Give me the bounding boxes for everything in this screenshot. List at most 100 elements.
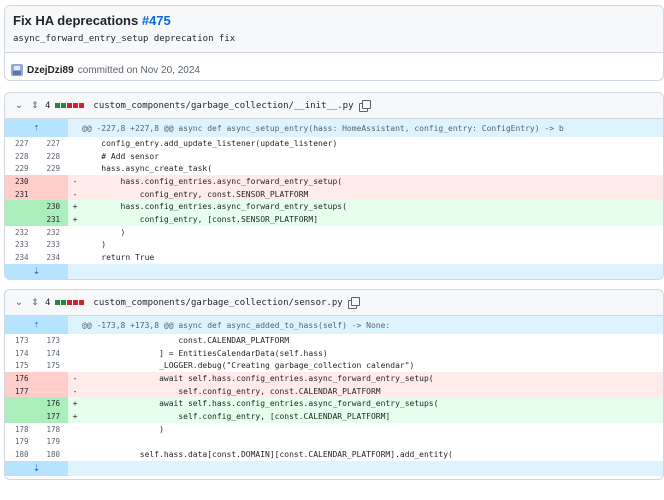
- diff-line-added: 177 + self.config_entry, [const.CALENDAR_…: [5, 410, 663, 423]
- new-line-number[interactable]: 177: [36, 410, 68, 423]
- file-header: ⌄ ⇕ 4 custom_components/garbage_collecti…: [5, 93, 663, 119]
- expand-down-icon[interactable]: ⇣: [5, 460, 68, 476]
- expand-up-icon[interactable]: ⇡: [5, 119, 68, 137]
- diff-line-context: 233 233 ): [5, 239, 663, 252]
- expand-bottom: ⇣: [5, 460, 663, 476]
- new-line-number[interactable]: 230: [36, 200, 68, 214]
- old-line-number[interactable]: 173: [5, 334, 37, 347]
- code-text: # Add sensor: [82, 151, 160, 161]
- diff-stat-count: 4: [45, 297, 51, 308]
- diff-line-deleted: 177 - self.config_entry, const.CALENDAR_P…: [5, 384, 663, 398]
- old-line-number[interactable]: 232: [5, 226, 37, 239]
- old-line-number[interactable]: 230: [5, 175, 37, 188]
- diff-line-context: 234 234 return True: [5, 251, 663, 264]
- diff-stat-count: 4: [45, 100, 51, 111]
- code-text: return True: [82, 253, 155, 263]
- unfold-icon[interactable]: ⇕: [30, 297, 40, 309]
- file-header: ⌄ ⇕ 4 custom_components/garbage_collecti…: [5, 290, 663, 316]
- diff-sign: +: [72, 214, 78, 224]
- diff-line-added: 231 + config_entry, [const.SENSOR_PLATFOR…: [5, 213, 663, 226]
- diff-sign: +: [72, 202, 78, 212]
- old-line-number[interactable]: 231: [5, 187, 37, 201]
- diff-line-context: 227 227 config_entry.add_update_listener(…: [5, 137, 663, 150]
- avatar[interactable]: [11, 64, 23, 76]
- old-line-number[interactable]: 176: [5, 372, 37, 385]
- old-line-number[interactable]: 229: [5, 162, 37, 175]
- code-text: await self.hass.config_entries.async_for…: [82, 399, 439, 409]
- unfold-icon[interactable]: ⇕: [30, 100, 40, 112]
- commit-title-area: Fix HA deprecations #475 async_forward_e…: [5, 6, 663, 53]
- diff-line-added: 176 + await self.hass.config_entries.asyn…: [5, 397, 663, 411]
- old-line-number[interactable]: 228: [5, 150, 37, 163]
- diff-line-context: 175 175 _LOGGER.debug("Creating garbage_c…: [5, 359, 663, 372]
- diff-line-added: 230 + hass.config_entries.async_forward_e…: [5, 200, 663, 214]
- diff-line-deleted: 231 - config_entry, const.SENSOR_PLATFORM: [5, 187, 663, 201]
- new-line-number[interactable]: 228: [37, 150, 69, 163]
- code-text: self.config_entry, const.CALENDAR_PLATFO…: [82, 386, 381, 396]
- code-text: self.hass.data[const.DOMAIN][const.CALEN…: [82, 450, 453, 460]
- new-line-number[interactable]: [36, 372, 68, 385]
- new-line-number[interactable]: 234: [37, 251, 69, 264]
- old-line-number[interactable]: 175: [5, 359, 37, 372]
- new-line-number[interactable]: 227: [37, 137, 69, 150]
- new-line-number[interactable]: 173: [37, 334, 69, 347]
- hunk-header: ⇡ @@ -173,8 +173,8 @@ async def async_ad…: [5, 316, 663, 334]
- old-line-number[interactable]: 174: [5, 347, 37, 360]
- new-line-number[interactable]: 178: [37, 423, 69, 436]
- diff-line-context: 180 180 self.hass.data[const.DOMAIN][cons…: [5, 448, 663, 461]
- copy-icon[interactable]: [347, 297, 360, 309]
- diff-line-deleted: 230 - hass.config_entries.async_forward_e…: [5, 175, 663, 188]
- new-line-number[interactable]: 180: [37, 448, 69, 461]
- diff-sign: -: [72, 386, 78, 396]
- code-text: ] = EntitiesCalendarData(self.hass): [82, 348, 328, 358]
- old-line-number[interactable]: 227: [5, 137, 37, 150]
- commit-title: Fix HA deprecations #475: [13, 12, 663, 29]
- diff-sign: +: [72, 399, 78, 409]
- commit-header: Fix HA deprecations #475 async_forward_e…: [4, 5, 664, 81]
- new-line-number[interactable]: 229: [37, 162, 69, 175]
- old-line-number[interactable]: 180: [5, 448, 37, 461]
- new-line-number[interactable]: [36, 187, 68, 201]
- code-text: _LOGGER.debug("Creating garbage_collecti…: [82, 361, 415, 371]
- diff-line-context: 228 228 # Add sensor: [5, 150, 663, 163]
- code-text: ): [82, 240, 107, 250]
- file-path[interactable]: custom_components/garbage_collection/__i…: [93, 101, 353, 111]
- old-line-number[interactable]: [5, 213, 37, 226]
- diff-sign: -: [72, 176, 78, 186]
- diff-line-context: 232 232 ): [5, 226, 663, 239]
- old-line-number[interactable]: 178: [5, 423, 37, 436]
- diff-line-context: 178 178 ): [5, 423, 663, 436]
- old-line-number[interactable]: [5, 397, 37, 411]
- diff-lines: 173 173 const.CALENDAR_PLATFORM 174 174 ] =…: [5, 334, 663, 461]
- pr-link[interactable]: #475: [142, 13, 171, 28]
- old-line-number[interactable]: 179: [5, 436, 37, 449]
- author-link[interactable]: DzejDzi89: [27, 65, 74, 76]
- old-line-number[interactable]: 233: [5, 239, 37, 252]
- copy-icon[interactable]: [358, 100, 371, 112]
- expand-up-icon[interactable]: ⇡: [5, 316, 68, 334]
- diff-stat-blocks: [55, 300, 85, 305]
- chevron-down-icon[interactable]: ⌄: [13, 100, 25, 112]
- new-line-number[interactable]: [36, 384, 68, 398]
- new-line-number[interactable]: 232: [37, 226, 69, 239]
- new-line-number[interactable]: 233: [37, 239, 69, 252]
- old-line-number[interactable]: 234: [5, 251, 37, 264]
- code-text: config_entry, const.SENSOR_PLATFORM: [82, 189, 309, 199]
- diff-line-deleted: 176 - await self.hass.config_entries.asyn…: [5, 372, 663, 385]
- chevron-down-icon[interactable]: ⌄: [13, 297, 25, 309]
- diff-stat-blocks: [55, 103, 85, 108]
- new-line-number[interactable]: 176: [36, 397, 68, 411]
- new-line-number[interactable]: 179: [37, 436, 69, 449]
- new-line-number[interactable]: [36, 175, 68, 188]
- code-text: config_entry.add_update_listener(update_…: [82, 138, 338, 148]
- new-line-number[interactable]: 174: [37, 347, 69, 360]
- old-line-number[interactable]: [5, 200, 37, 214]
- file-diff-sensor: ⌄ ⇕ 4 custom_components/garbage_collecti…: [4, 289, 664, 480]
- new-line-number[interactable]: 231: [36, 213, 68, 226]
- expand-down-icon[interactable]: ⇣: [5, 263, 68, 279]
- old-line-number[interactable]: [5, 410, 37, 423]
- file-diff-init: ⌄ ⇕ 4 custom_components/garbage_collecti…: [4, 92, 664, 280]
- new-line-number[interactable]: 175: [37, 359, 69, 372]
- file-path[interactable]: custom_components/garbage_collection/sen…: [93, 298, 342, 308]
- old-line-number[interactable]: 177: [5, 384, 37, 398]
